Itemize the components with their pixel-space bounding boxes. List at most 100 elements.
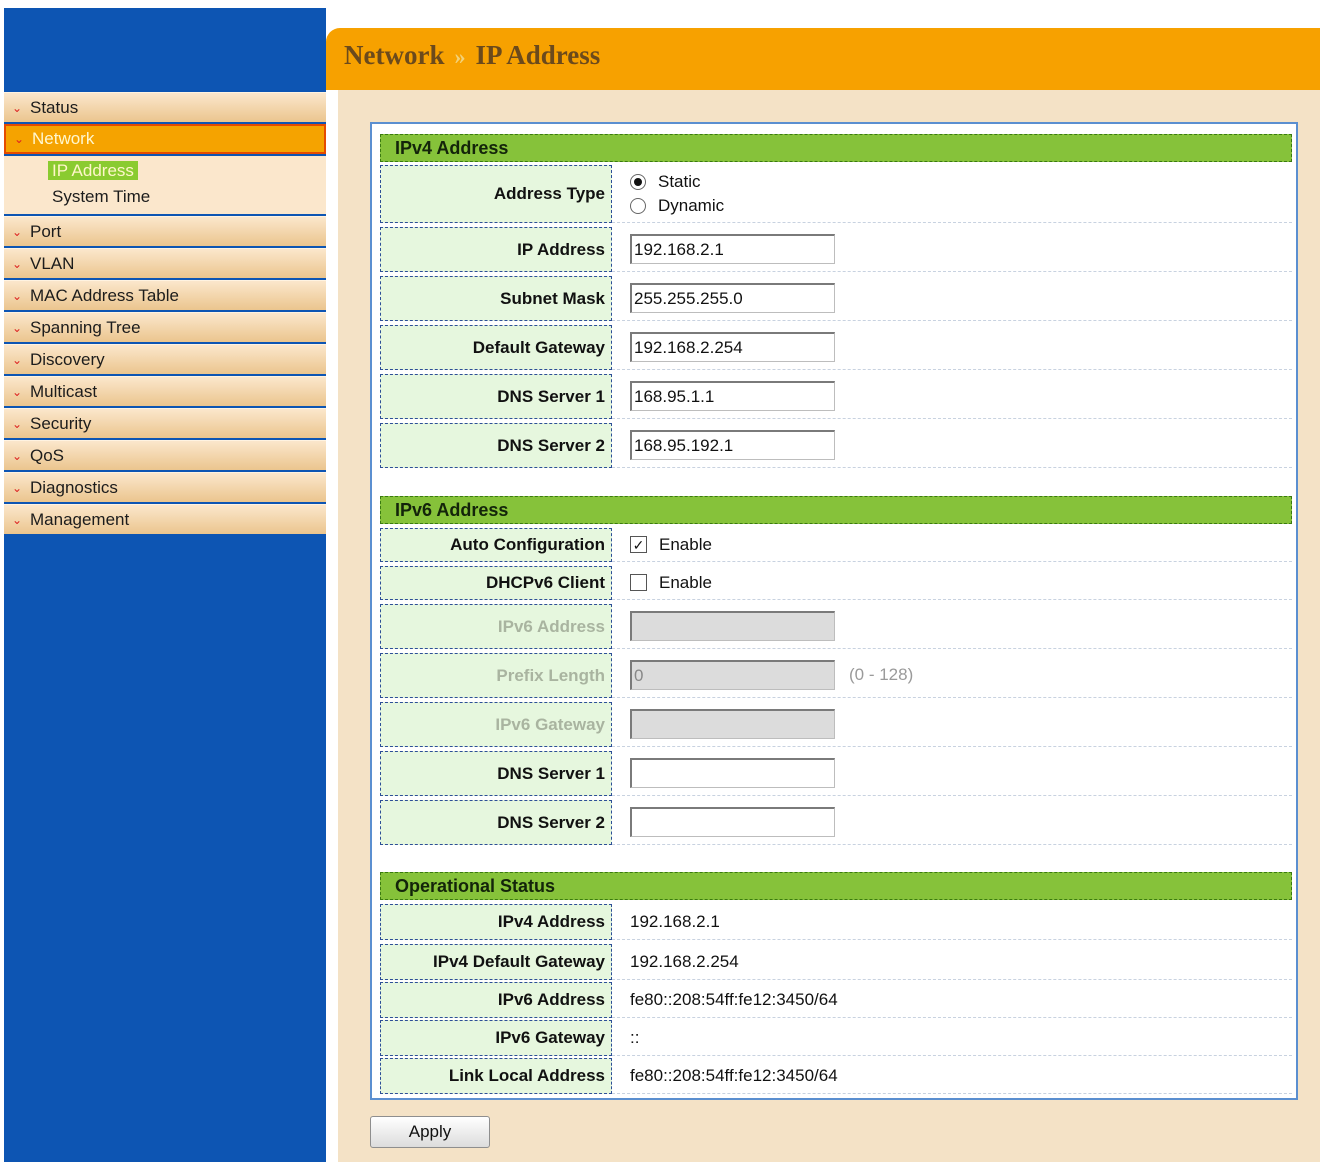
prefix-length-label: Prefix Length [380,653,612,698]
status-section-heading: Operational Status [380,872,1292,900]
default-gateway-value [612,325,1292,370]
chevron-down-icon: ⌄ [11,448,23,463]
dhcpv6-enable-label: Enable [659,572,712,592]
status-value: fe80::208:54ff:fe12:3450/64 [612,1058,1292,1094]
network-submenu: IP Address System Time [4,156,326,214]
ipv4-section-heading: IPv4 Address [380,134,1292,162]
ipv6-address-row: IPv6 Address [380,604,1292,649]
radio-static[interactable]: Static [630,172,724,192]
ipv4-address-row: IP Address [380,227,1292,272]
menu-item-label: Port [30,221,62,241]
ipv6-gateway-value [612,702,1292,747]
menu-item-spanning-tree[interactable]: ⌄ Spanning Tree [4,312,326,342]
ipv6-dns1-input[interactable] [630,758,835,788]
ipv6-section-heading: IPv6 Address [380,496,1292,524]
menu-item-discovery[interactable]: ⌄ Discovery [4,344,326,374]
dhcpv6-value: Enable [612,566,1292,600]
menu-item-qos[interactable]: ⌄ QoS [4,440,326,470]
subnet-mask-row: Subnet Mask [380,276,1292,321]
breadcrumb-separator-icon: » [454,44,466,69]
status-label: IPv6 Address [380,982,612,1018]
ipv4-dns2-row: DNS Server 2 [380,423,1292,468]
menu-item-label: Network [32,129,95,148]
ipv6-dns2-value [612,800,1292,845]
ipv4-dns1-input[interactable] [630,381,835,411]
auto-config-value: ✓ Enable [612,528,1292,562]
dhcpv6-checkbox[interactable]: Enable [630,573,712,593]
status-row-ipv6-gateway: IPv6 Gateway :: [380,1020,1292,1056]
dhcpv6-label: DHCPv6 Client [380,566,612,600]
address-type-radio-group: Static Dynamic [630,172,724,216]
nav-menu: ⌄ Status ⌄ Network IP Address System Time … [4,92,326,536]
chevron-down-icon: ⌄ [11,288,23,303]
menu-item-label: Diagnostics [30,477,118,497]
ipv4-dns2-value [612,423,1292,468]
menu-item-diagnostics[interactable]: ⌄ Diagnostics [4,472,326,502]
ipv4-dns1-row: DNS Server 1 [380,374,1292,419]
menu-item-status[interactable]: ⌄ Status [4,92,326,122]
ipv6-dns1-value [612,751,1292,796]
auto-config-enable-label: Enable [659,534,712,554]
menu-item-multicast[interactable]: ⌄ Multicast [4,376,326,406]
menu-item-label: Multicast [30,381,98,401]
status-value: fe80::208:54ff:fe12:3450/64 [612,982,1292,1018]
menu-item-label: Spanning Tree [30,317,141,337]
auto-config-checkbox[interactable]: ✓ Enable [630,535,712,555]
page-header: Network » IP Address [326,28,1320,90]
menu-item-mac-address-table[interactable]: ⌄ MAC Address Table [4,280,326,310]
status-row-ipv6-address: IPv6 Address fe80::208:54ff:fe12:3450/64 [380,982,1292,1018]
address-type-value: Static Dynamic [612,165,1292,223]
auto-config-label: Auto Configuration [380,528,612,562]
checkbox-checked-icon: ✓ [630,536,647,553]
chevron-down-icon: ⌄ [11,512,23,527]
menu-item-label: Security [30,413,92,433]
menu-item-management[interactable]: ⌄ Management [4,504,326,534]
status-row-ipv4-gateway: IPv4 Default Gateway 192.168.2.254 [380,944,1292,980]
menu-item-security[interactable]: ⌄ Security [4,408,326,438]
status-value: 192.168.2.254 [612,944,1292,980]
apply-button[interactable]: Apply [370,1116,490,1148]
menu-item-network[interactable]: ⌄ Network [4,124,326,154]
default-gateway-input[interactable] [630,332,835,362]
submenu-item-system-time[interactable]: System Time [4,184,326,210]
menu-item-port[interactable]: ⌄ Port [4,216,326,246]
subnet-mask-value [612,276,1292,321]
chevron-down-icon: ⌄ [13,132,25,146]
auto-config-row: Auto Configuration ✓ Enable [380,528,1292,562]
menu-item-vlan[interactable]: ⌄ VLAN [4,248,326,278]
status-label: IPv4 Address [380,904,612,940]
menu-item-label: QoS [30,445,65,465]
default-gateway-row: Default Gateway [380,325,1292,370]
radio-selected-icon [630,173,646,190]
ipv4-dns2-input[interactable] [630,430,835,460]
submenu-item-ip-address[interactable]: IP Address [4,158,326,184]
chevron-down-icon: ⌄ [11,100,23,115]
ipv6-gateway-input [630,709,835,739]
radio-unselected-icon [630,197,646,214]
main-content: IPv4 Address Address Type Static Dynamic… [338,90,1320,1162]
ipv4-address-label: IP Address [380,227,612,272]
chevron-down-icon: ⌄ [11,480,23,495]
subnet-mask-input[interactable] [630,283,835,313]
prefix-length-value: (0 - 128) [612,653,1292,698]
status-row-link-local: Link Local Address fe80::208:54ff:fe12:3… [380,1058,1292,1094]
ipv6-gateway-row: IPv6 Gateway [380,702,1292,747]
ipv6-dns2-label: DNS Server 2 [380,800,612,845]
prefix-length-range: (0 - 128) [849,665,914,684]
chevron-down-icon: ⌄ [11,384,23,399]
menu-item-label: Discovery [30,349,105,369]
chevron-down-icon: ⌄ [11,256,23,271]
ipv6-address-label: IPv6 Address [380,604,612,649]
ipv4-dns1-value [612,374,1292,419]
status-value: :: [612,1020,1292,1056]
checkbox-unchecked-icon [630,574,647,591]
menu-item-label: MAC Address Table [30,285,179,305]
chevron-down-icon: ⌄ [11,224,23,239]
ipv6-dns2-input[interactable] [630,807,835,837]
prefix-length-row: Prefix Length (0 - 128) [380,653,1292,698]
breadcrumb: Network » IP Address [344,40,600,71]
menu-item-label: Status [30,97,79,117]
radio-dynamic[interactable]: Dynamic [630,196,724,216]
ipv4-address-input[interactable] [630,234,835,264]
default-gateway-label: Default Gateway [380,325,612,370]
